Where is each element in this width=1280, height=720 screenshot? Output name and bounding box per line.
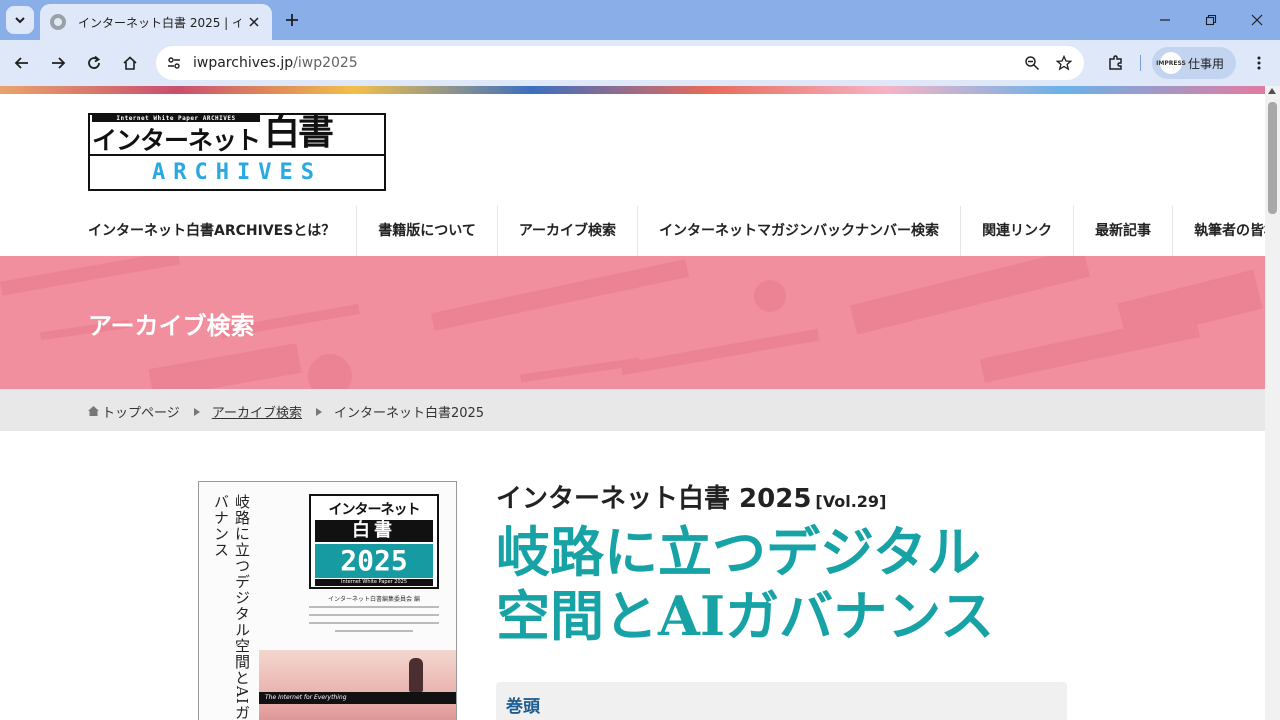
nav-item-magazine-search[interactable]: インターネットマガジン バックナンバー検索 [637, 206, 960, 256]
page-scrollbar[interactable] [1265, 86, 1280, 720]
back-button[interactable] [8, 49, 36, 77]
book-subtitle-line1: 岐路に立つデジタル [496, 520, 981, 584]
url-text[interactable]: iwparchives.jp/iwp2025 [193, 55, 358, 71]
home-icon [88, 405, 99, 416]
tab-title: インターネット白書 2025 | インターネ [78, 15, 241, 30]
browser-tab-bar: インターネット白書 2025 | インターネ [0, 0, 1280, 40]
book-cover-image: 岐路に立つデジタル空間とAIガバナンス インターネット 白書 2025 Inte… [198, 481, 457, 720]
breadcrumb-archive-search[interactable]: アーカイブ検索 [212, 402, 302, 421]
scroll-up-icon[interactable] [1268, 88, 1276, 94]
book-title-main: インターネット白書 2025 [496, 484, 812, 514]
cover-logo-kanji: 白書 [315, 520, 433, 542]
restore-button[interactable] [1199, 8, 1223, 32]
book-title: インターネット白書 2025 [Vol.29] [496, 478, 886, 515]
cover-logo: インターネット 白書 2025 Internet White Paper 202… [309, 494, 439, 589]
bookmark-button[interactable] [1052, 51, 1076, 75]
cover-editor: インターネット白書編集委員会 編 [328, 596, 420, 603]
nav-item-latest-articles[interactable]: 最新記事 [1073, 206, 1172, 256]
cover-photo-band: The Internet for Everything [259, 692, 456, 704]
address-bar[interactable]: iwparchives.jp/iwp2025 [156, 46, 1084, 80]
browser-toolbar: iwparchives.jp/iwp2025 IMPRESS 仕事用 [0, 40, 1280, 86]
tab-search-button[interactable] [6, 6, 34, 34]
favicon-icon [50, 14, 66, 30]
cover-line [309, 606, 439, 608]
logo-bottom: ARCHIVES [90, 154, 384, 189]
toolbar-divider [1140, 55, 1141, 71]
close-window-button[interactable] [1245, 8, 1269, 32]
cover-line [309, 614, 439, 616]
chevron-down-icon [15, 17, 25, 24]
browser-menu-button[interactable] [1245, 49, 1273, 77]
cover-line [335, 630, 413, 632]
tab-close-button[interactable] [247, 14, 262, 30]
cover-photo: The Internet for Everything [259, 650, 456, 720]
nav-item-about[interactable]: インターネット白書ARCHIVESとは？ [88, 206, 356, 256]
toc-section: 巻頭 [496, 682, 1067, 720]
breadcrumb-bar: トップページ アーカイブ検索 インターネット白書2025 [0, 389, 1265, 431]
cover-logo-year: 2025 [315, 544, 433, 578]
forward-button[interactable] [44, 49, 72, 77]
nav-item-books[interactable]: 書籍版について [356, 206, 497, 256]
toc-section-heading[interactable]: 巻頭 [506, 692, 540, 717]
logo-katakana: インターネット [92, 126, 261, 155]
logo-top: Internet White Paper ARCHIVES インターネット 白書 [90, 115, 384, 155]
nav-item-related-links[interactable]: 関連リンク [960, 206, 1073, 256]
avatar: IMPRESS [1156, 52, 1186, 74]
url-path: /iwp2025 [293, 55, 358, 71]
profile-label: 仕事用 [1188, 56, 1225, 71]
arrow-left-icon [14, 57, 28, 69]
zoom-button[interactable] [1020, 51, 1044, 75]
cover-publisher-lines [309, 606, 439, 638]
star-icon [1056, 55, 1072, 71]
cover-line [309, 622, 439, 624]
breadcrumb: トップページ アーカイブ検索 インターネット白書2025 [88, 402, 484, 421]
breadcrumb-separator-icon [193, 407, 200, 416]
more-vertical-icon [1257, 56, 1261, 70]
cover-vertical-title: 岐路に立つデジタル空間とAIガバナンス [212, 494, 251, 720]
home-icon [123, 56, 137, 70]
cover-logo-top: インターネット [328, 502, 421, 518]
tune-icon [168, 57, 180, 69]
scrollbar-thumb[interactable] [1268, 102, 1277, 214]
url-host: iwparchives.jp [193, 55, 294, 71]
reload-icon [88, 55, 101, 69]
zoom-out-icon [1025, 56, 1040, 71]
minimize-icon [1160, 19, 1170, 21]
cover-logo-sub: Internet White Paper 2025 [315, 579, 433, 586]
web-page: Internet White Paper ARCHIVES インターネット 白書 … [0, 86, 1265, 720]
puzzle-icon [1109, 55, 1122, 70]
logo-kanji: 白書 [264, 112, 334, 153]
breadcrumb-current: インターネット白書2025 [333, 406, 485, 421]
home-button[interactable] [116, 49, 144, 77]
page-title: アーカイブ検索 [88, 312, 255, 340]
book-subtitle: 岐路に立つデジタル 空間とAIガバナンス [496, 520, 1076, 648]
minimize-button[interactable] [1153, 8, 1177, 32]
nav-item-magazine-line1: インターネットマガジン [659, 223, 814, 239]
book-volume: [Vol.29] [815, 492, 887, 511]
cover-photo-figure [409, 658, 423, 692]
hero-banner: アーカイブ検索 [0, 256, 1265, 389]
plus-icon [286, 14, 298, 26]
extensions-button[interactable] [1102, 49, 1130, 77]
breadcrumb-home[interactable]: トップページ [102, 402, 180, 421]
new-tab-button[interactable] [280, 8, 304, 32]
profile-button[interactable]: IMPRESS 仕事用 [1152, 47, 1236, 79]
top-banner-strip [0, 86, 1265, 94]
site-logo[interactable]: Internet White Paper ARCHIVES インターネット 白書 … [88, 113, 386, 191]
site-info-button[interactable] [162, 51, 186, 75]
global-nav: インターネット白書ARCHIVESとは？ 書籍版について アーカイブ検索 インタ… [88, 206, 1265, 256]
reload-button[interactable] [80, 49, 108, 77]
arrow-right-icon [52, 57, 66, 69]
restore-icon [1205, 14, 1217, 26]
breadcrumb-separator-icon [315, 407, 322, 416]
nav-item-archive-search[interactable]: アーカイブ検索 [496, 206, 637, 256]
browser-tab-active[interactable]: インターネット白書 2025 | インターネ [40, 4, 272, 40]
logo-jp-text: インターネット 白書 [92, 115, 334, 157]
close-icon [1251, 14, 1263, 26]
book-subtitle-line2: 空間とAIガバナンス [496, 584, 995, 648]
logo-archives-text: ARCHIVES [152, 160, 322, 185]
close-icon [249, 17, 259, 27]
nav-item-for-authors[interactable]: 執筆者の皆様へ [1172, 206, 1265, 256]
nav-item-magazine-line2: バックナンバー検索 [813, 223, 940, 239]
